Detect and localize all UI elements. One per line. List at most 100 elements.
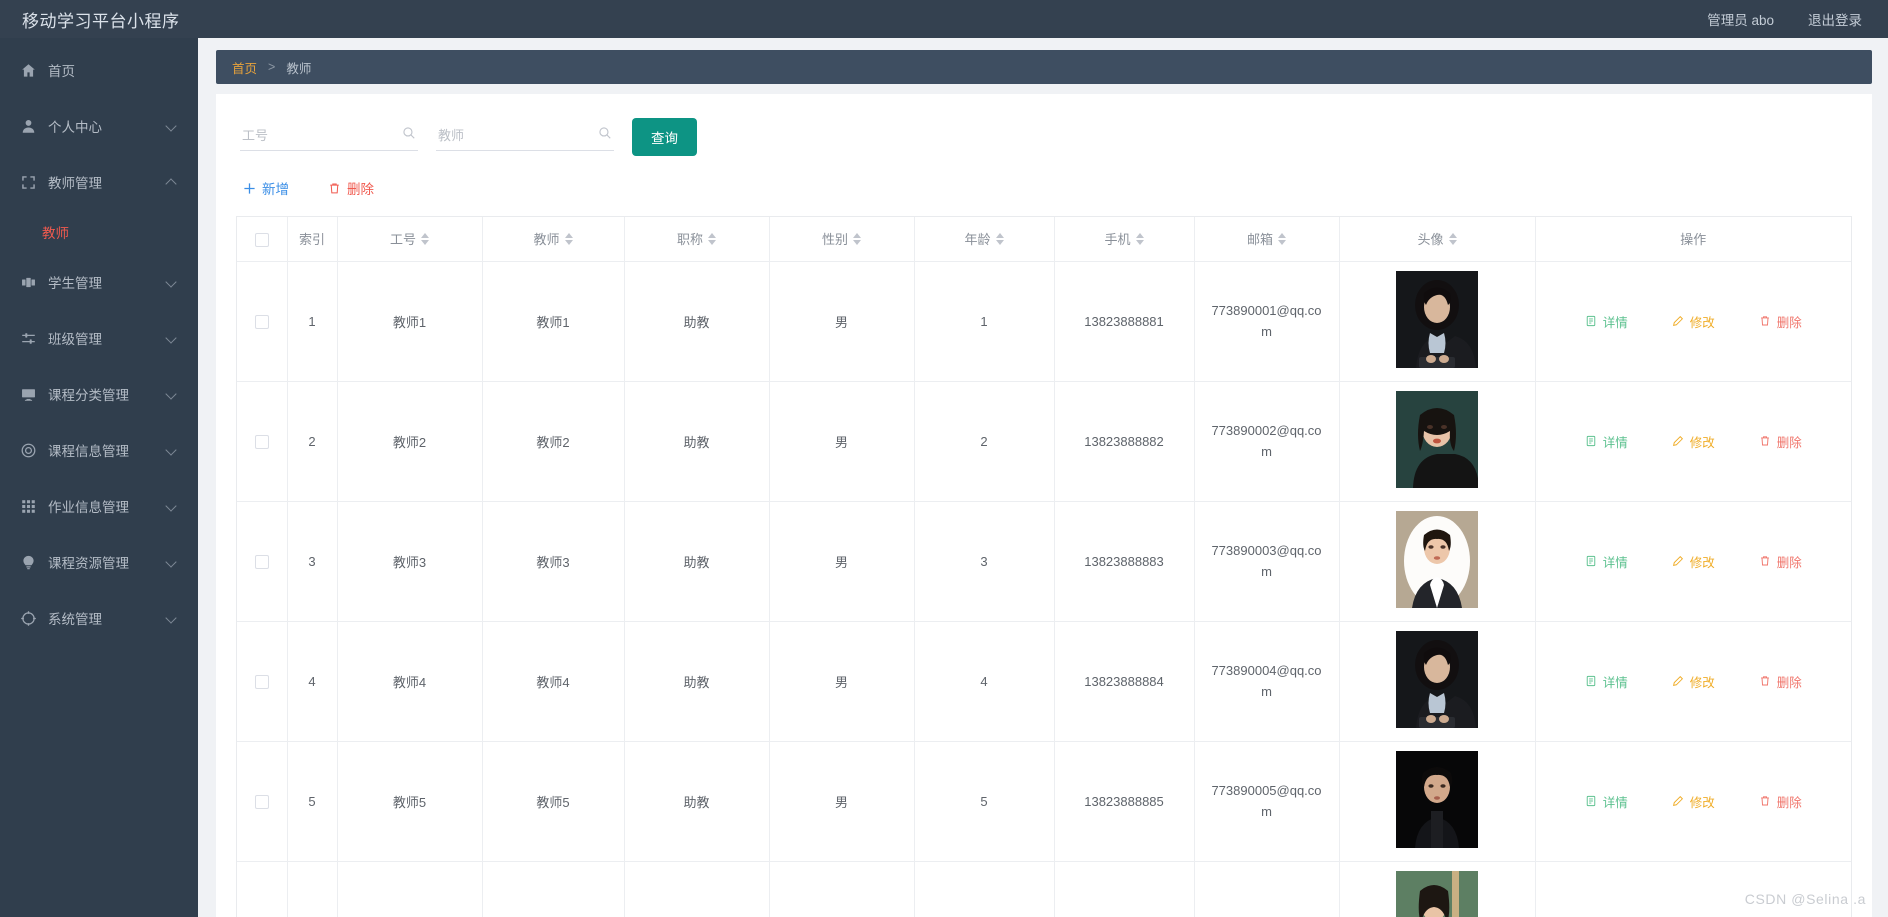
edit-button-label: 修改 [1689,795,1715,810]
edit-button[interactable]: 修改 [1672,552,1715,571]
sidebar-item-8[interactable]: 作业信息管理 [0,478,198,534]
sort-toggle-icon[interactable] [1448,232,1457,245]
cell-teacher [482,861,625,917]
row-checkbox[interactable] [254,554,269,569]
logout-button[interactable]: 退出登录 [1808,9,1862,29]
sort-toggle-icon[interactable] [421,232,429,245]
job-no-input[interactable] [240,123,418,151]
detail-button[interactable]: 详情 [1585,432,1628,451]
sort-toggle-icon[interactable] [1278,232,1286,245]
sort-toggle-icon[interactable] [1135,232,1144,245]
column-header-index: 索引 [287,217,338,262]
cell-gender: 男 [769,741,915,862]
row-checkbox[interactable] [254,674,269,689]
detail-button[interactable]: 详情 [1585,552,1628,571]
avatar[interactable] [1396,871,1478,917]
sidebar-item-5[interactable]: 班级管理 [0,310,198,366]
row-checkbox-cell [237,501,288,622]
sidebar-item-9[interactable]: 课程资源管理 [0,534,198,590]
email-text: 773890004@qq.com [1211,663,1322,699]
sidebar-item-label: 系统管理 [48,612,102,627]
column-header-title[interactable]: 职称 [624,217,770,262]
column-header-phone[interactable]: 手机 [1054,217,1195,262]
document-icon [1585,795,1598,808]
avatar[interactable] [1396,271,1478,368]
sidebar-item-2[interactable]: 个人中心 [0,98,198,154]
sidebar-item-7[interactable]: 课程信息管理 [0,422,198,478]
sidebar-item-1[interactable]: 首页 [0,42,198,98]
cell-avatar [1339,621,1536,742]
cell-teacher: 教师4 [482,621,625,742]
row-delete-button[interactable]: 删除 [1759,432,1802,451]
edit-button[interactable]: 修改 [1672,432,1715,451]
sidebar-item-10[interactable]: 系统管理 [0,590,198,646]
sort-toggle-icon[interactable] [564,232,573,245]
row-checkbox[interactable] [254,434,269,449]
sidebar-item-4[interactable]: 学生管理 [0,254,198,310]
cell-teacher: 教师1 [482,261,625,382]
row-delete-button[interactable]: 删除 [1759,792,1802,811]
select-all-checkbox[interactable] [254,232,269,247]
avatar[interactable] [1396,631,1478,728]
cell-gender: 男 [769,261,915,382]
query-button[interactable]: 查询 [632,118,697,156]
sidebar-subitem-teacher[interactable]: 教师 [0,210,198,254]
teacher-name-field [436,123,614,151]
avatar[interactable] [1396,751,1478,848]
pencil-icon [1672,795,1685,808]
row-delete-button[interactable]: 删除 [1759,552,1802,571]
column-header-label: 操作 [1680,232,1707,248]
sidebar-item-label: 学生管理 [48,276,102,291]
delete-button[interactable]: 删除 [327,178,374,198]
column-header-gender[interactable]: 性别 [769,217,915,262]
cell-operations: 详情 修改 删除 [1535,501,1851,622]
table-row: 3 教师3 教师3 助教男 3 13823888883 773890003@qq.com 详… [237,501,1851,622]
cell-index: 1 [287,261,338,382]
edit-button[interactable]: 修改 [1672,672,1715,691]
sort-toggle-icon[interactable] [995,232,1004,245]
cell-operations: 详情 修改 删除 [1535,741,1851,862]
avatar[interactable] [1396,391,1478,488]
sidebar-item-label: 作业信息管理 [48,500,129,515]
row-delete-button[interactable]: 删除 [1759,672,1802,691]
circle-icon [18,440,38,460]
column-header-age[interactable]: 年龄 [914,217,1055,262]
sidebar-item-6[interactable]: 课程分类管理 [0,366,198,422]
column-header-teacher[interactable]: 教师 [482,217,625,262]
current-user-label: 管理员 abo [1707,13,1774,28]
edit-button[interactable]: 修改 [1672,312,1715,331]
column-header-job_no[interactable]: 工号 [337,217,483,262]
avatar[interactable] [1396,511,1478,608]
cell-teacher: 教师2 [482,381,625,502]
column-header-label: 性别 [821,232,848,248]
detail-button[interactable]: 详情 [1585,672,1628,691]
cell-title: 助教 [624,501,770,622]
breadcrumb-home-link[interactable]: 首页 [232,58,257,77]
cell-email: 773890005@qq.com [1194,741,1340,862]
column-header-label: 工号 [389,232,416,248]
column-header-email[interactable]: 邮箱 [1194,217,1340,262]
column-header-avatar[interactable]: 头像 [1339,217,1536,262]
detail-button-label: 详情 [1602,315,1628,330]
user-icon [18,116,38,136]
sort-toggle-icon[interactable] [853,232,861,245]
detail-button[interactable]: 详情 [1585,312,1628,331]
add-button[interactable]: 新增 [242,178,289,198]
cell-operations: 详情 修改 删除 [1535,621,1851,742]
breadcrumb-current: 教师 [286,61,312,76]
cell-gender [769,861,915,917]
sidebar-item-label: 班级管理 [48,332,102,347]
row-delete-button[interactable]: 删除 [1759,312,1802,331]
column-header-label: 邮箱 [1246,232,1273,248]
trash-icon [1759,435,1772,448]
cell-gender: 男 [769,621,915,742]
row-checkbox[interactable] [254,794,269,809]
cell-age: 4 [914,621,1055,742]
edit-button[interactable]: 修改 [1672,792,1715,811]
sidebar-item-3[interactable]: 教师管理 [0,154,198,210]
row-checkbox[interactable] [254,314,269,329]
document-icon [1585,315,1598,328]
sort-toggle-icon[interactable] [708,232,716,245]
teacher-name-input[interactable] [436,123,614,151]
detail-button[interactable]: 详情 [1585,792,1628,811]
